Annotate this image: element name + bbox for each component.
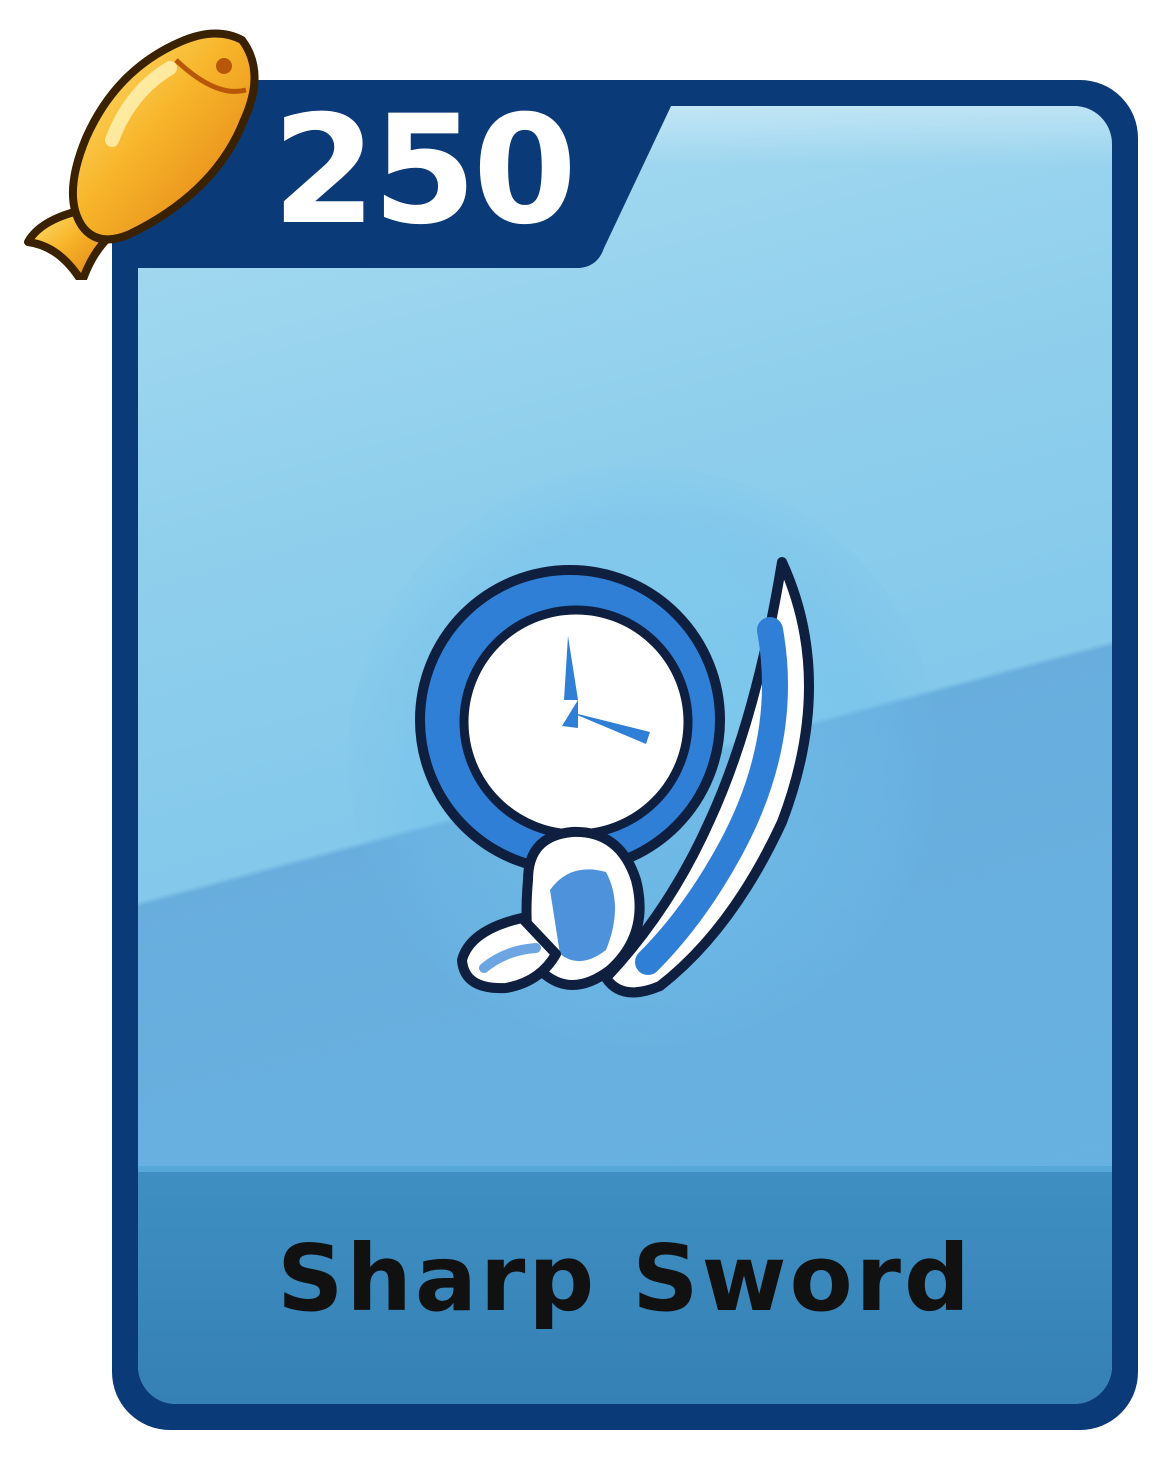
item-name-bar: Sharp Sword [138, 1166, 1112, 1404]
clock-sword-icon [415, 557, 814, 998]
shop-item-card-screen: Sharp Sword 250 [0, 0, 1167, 1458]
item-name: Sharp Sword [277, 1225, 973, 1332]
fish-icon [24, 29, 259, 280]
price-value: 250 [272, 84, 577, 258]
